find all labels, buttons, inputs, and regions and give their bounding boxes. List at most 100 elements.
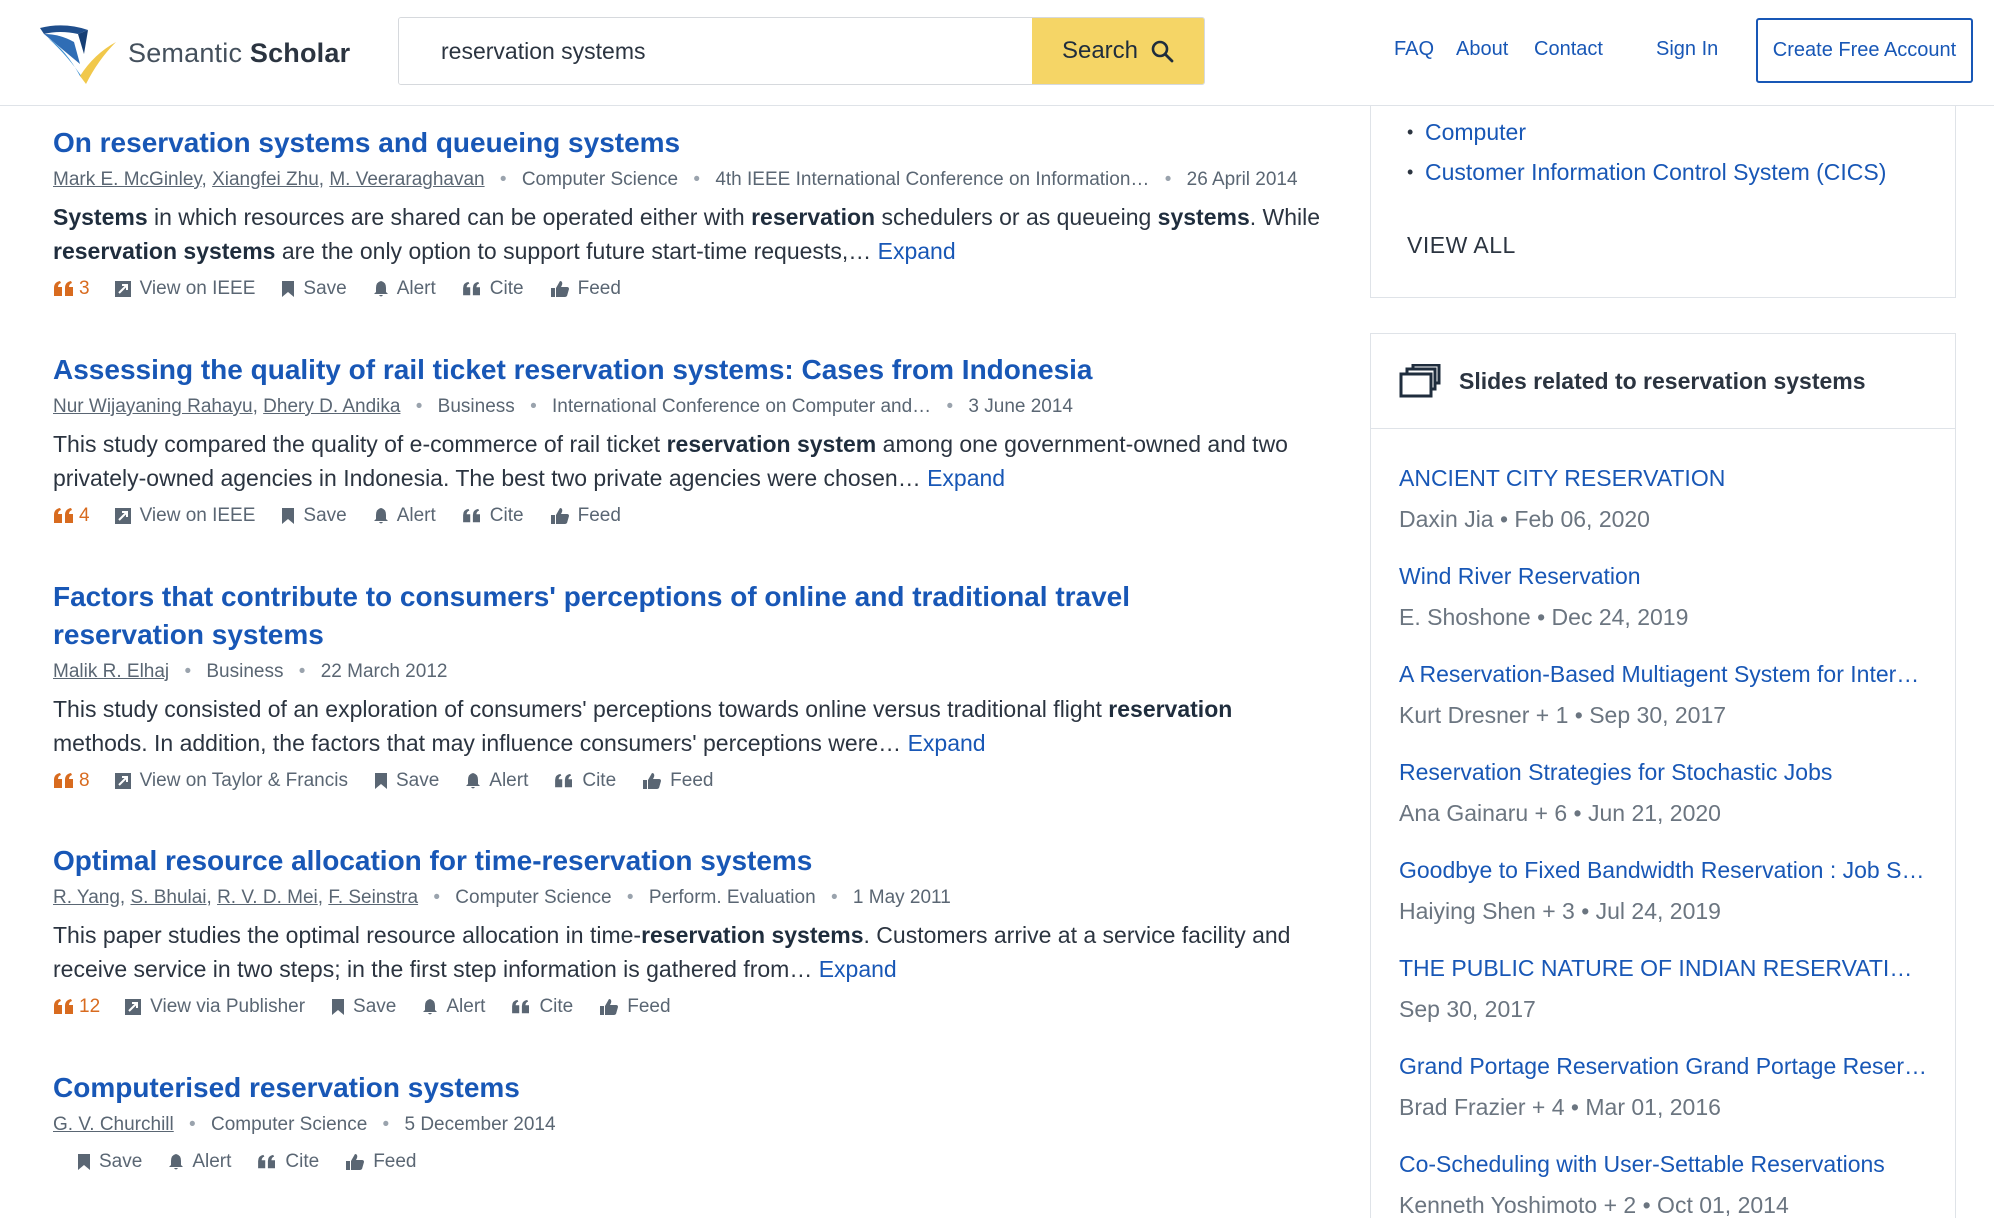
save-button[interactable]: Save (281, 505, 347, 527)
expand-link[interactable]: Expand (878, 238, 956, 264)
citation-count[interactable]: 12 (53, 996, 100, 1018)
cite-button[interactable]: Cite (462, 505, 524, 527)
alert-button[interactable]: Alert (465, 770, 528, 792)
result-item: On reservation systems and queueing syst… (53, 124, 1333, 300)
author-link[interactable]: F. Seinstra (328, 887, 418, 908)
view-all-topics-link[interactable]: VIEW ALL (1407, 232, 1516, 259)
author-link[interactable]: S. Bhulai (130, 887, 206, 908)
author-link[interactable]: Mark E. McGinley (53, 169, 202, 190)
save-button[interactable]: Save (331, 996, 396, 1018)
result-title-link[interactable]: Computerised reservation systems (53, 1069, 1333, 1107)
result-item: Factors that contribute to consumers' pe… (53, 578, 1333, 792)
search-button-label: Search (1061, 37, 1139, 64)
external-link-icon (125, 999, 142, 1015)
feed-button[interactable]: Feed (345, 1151, 417, 1173)
publication-date: 3 June 2014 (968, 396, 1073, 417)
topic-link[interactable]: Computer (1407, 116, 1927, 148)
author-link[interactable]: Nur Wijayaning Rahayu (53, 396, 253, 417)
search-button[interactable]: Search (1032, 18, 1204, 84)
slide-title-link[interactable]: A Reservation-Based Multiagent System fo… (1399, 658, 1929, 690)
author-link[interactable]: Malik R. Elhaj (53, 661, 169, 682)
slides-stack-icon (1399, 364, 1441, 398)
slide-title-link[interactable]: Grand Portage Reservation Grand Portage … (1399, 1050, 1929, 1082)
slide-item: Wind River Reservation E. Shoshone • Dec… (1399, 560, 1929, 633)
bookmark-icon (282, 281, 295, 297)
feed-button[interactable]: Feed (550, 278, 621, 300)
author-link[interactable]: R. V. D. Mei (217, 887, 318, 908)
slide-title-link[interactable]: ANCIENT CITY RESERVATION (1399, 462, 1929, 494)
bell-icon (373, 281, 388, 297)
quote-icon (462, 281, 480, 296)
feed-button[interactable]: Feed (550, 505, 621, 527)
save-button[interactable]: Save (374, 770, 439, 792)
cite-button[interactable]: Cite (511, 996, 573, 1018)
cite-button[interactable]: Cite (462, 278, 524, 300)
author-link[interactable]: M. Veeraraghavan (329, 169, 484, 190)
slide-title-link[interactable]: THE PUBLIC NATURE OF INDIAN RESERVATION … (1399, 952, 1929, 984)
nav-contact-link[interactable]: Contact (1534, 38, 1603, 61)
expand-link[interactable]: Expand (927, 465, 1005, 491)
citation-count[interactable]: 3 (53, 278, 90, 300)
save-button[interactable]: Save (77, 1151, 142, 1173)
alert-button[interactable]: Alert (422, 996, 485, 1018)
topic-link[interactable]: Customer Information Control System (CIC… (1407, 156, 1927, 188)
result-title-link[interactable]: Optimal resource allocation for time-res… (53, 842, 1333, 880)
separator-dot: • (693, 169, 701, 190)
create-account-button[interactable]: Create Free Account (1756, 18, 1973, 83)
view-on-publisher-link[interactable]: View via Publisher (124, 996, 305, 1018)
thumbs-up-icon (346, 1154, 365, 1170)
alert-button[interactable]: Alert (168, 1151, 231, 1173)
sign-in-link[interactable]: Sign In (1656, 38, 1718, 61)
field-of-study: Business (206, 661, 284, 682)
logo-mark-icon (40, 25, 116, 84)
cite-button[interactable]: Cite (554, 770, 616, 792)
nav-about-link[interactable]: About (1456, 38, 1508, 61)
alert-button[interactable]: Alert (373, 505, 436, 527)
citation-count[interactable]: 4 (53, 505, 90, 527)
cite-button[interactable]: Cite (257, 1151, 319, 1173)
feed-button[interactable]: Feed (642, 770, 713, 792)
view-on-publisher-link[interactable]: View on Taylor & Francis (114, 770, 348, 792)
slide-title-link[interactable]: Goodbye to Fixed Bandwidth Reservation :… (1399, 854, 1929, 886)
expand-link[interactable]: Expand (819, 956, 897, 982)
search-input[interactable] (399, 18, 1032, 84)
result-meta: Mark E. McGinley, Xiangfei Zhu, M. Veera… (53, 169, 1298, 190)
publication-date: 26 April 2014 (1186, 169, 1298, 190)
nav-faq-link[interactable]: FAQ (1394, 38, 1434, 61)
save-button[interactable]: Save (281, 278, 347, 300)
view-on-publisher-link[interactable]: View on IEEE (114, 278, 255, 300)
quote-icon (555, 773, 573, 788)
bookmark-icon (78, 1154, 90, 1170)
external-link-icon (114, 508, 131, 524)
slides-heading: Slides related to reservation systems (1459, 367, 1866, 394)
slide-meta: Haiying Shen + 3 • Jul 24, 2019 (1399, 898, 1721, 924)
slide-title-link[interactable]: Reservation Strategies for Stochastic Jo… (1399, 756, 1929, 788)
topic-list: Computer Customer Information Control Sy… (1407, 116, 1927, 196)
slide-title-link[interactable]: Co-Scheduling with User-Settable Reserva… (1399, 1148, 1929, 1180)
author-link[interactable]: R. Yang (53, 887, 120, 908)
abstract-text: This study compared the quality of e-com… (53, 431, 1288, 491)
slide-title-link[interactable]: Wind River Reservation (1399, 560, 1929, 592)
quote-icon (462, 508, 480, 523)
author-link[interactable]: Xiangfei Zhu (212, 169, 319, 190)
semantic-scholar-logo[interactable]: Semantic Scholar (34, 18, 354, 88)
quote-icon (512, 999, 530, 1014)
citation-count[interactable]: 8 (53, 770, 90, 792)
result-title-link[interactable]: Factors that contribute to consumers' pe… (53, 578, 1253, 654)
feed-button[interactable]: Feed (599, 996, 671, 1018)
view-on-publisher-link[interactable]: View on IEEE (114, 505, 255, 527)
expand-link[interactable]: Expand (908, 730, 986, 756)
external-link-icon (114, 773, 131, 789)
related-topics-panel: Computer Customer Information Control Sy… (1370, 106, 1956, 298)
bookmark-icon (282, 508, 295, 524)
author-link[interactable]: G. V. Churchill (53, 1114, 174, 1135)
result-title-link[interactable]: On reservation systems and queueing syst… (53, 124, 1333, 162)
abstract-text: This study consisted of an exploration o… (53, 696, 1233, 756)
result-title-link[interactable]: Assessing the quality of rail ticket res… (53, 351, 1333, 389)
author-link[interactable]: Dhery D. Andika (263, 396, 400, 417)
alert-button[interactable]: Alert (373, 278, 436, 300)
result-actions: 3 View on IEEE Save Alert Cite Feed (53, 278, 1333, 300)
slide-meta: Daxin Jia • Feb 06, 2020 (1399, 506, 1650, 532)
separator-dot: • (415, 396, 423, 417)
separator-dot: • (830, 887, 838, 908)
